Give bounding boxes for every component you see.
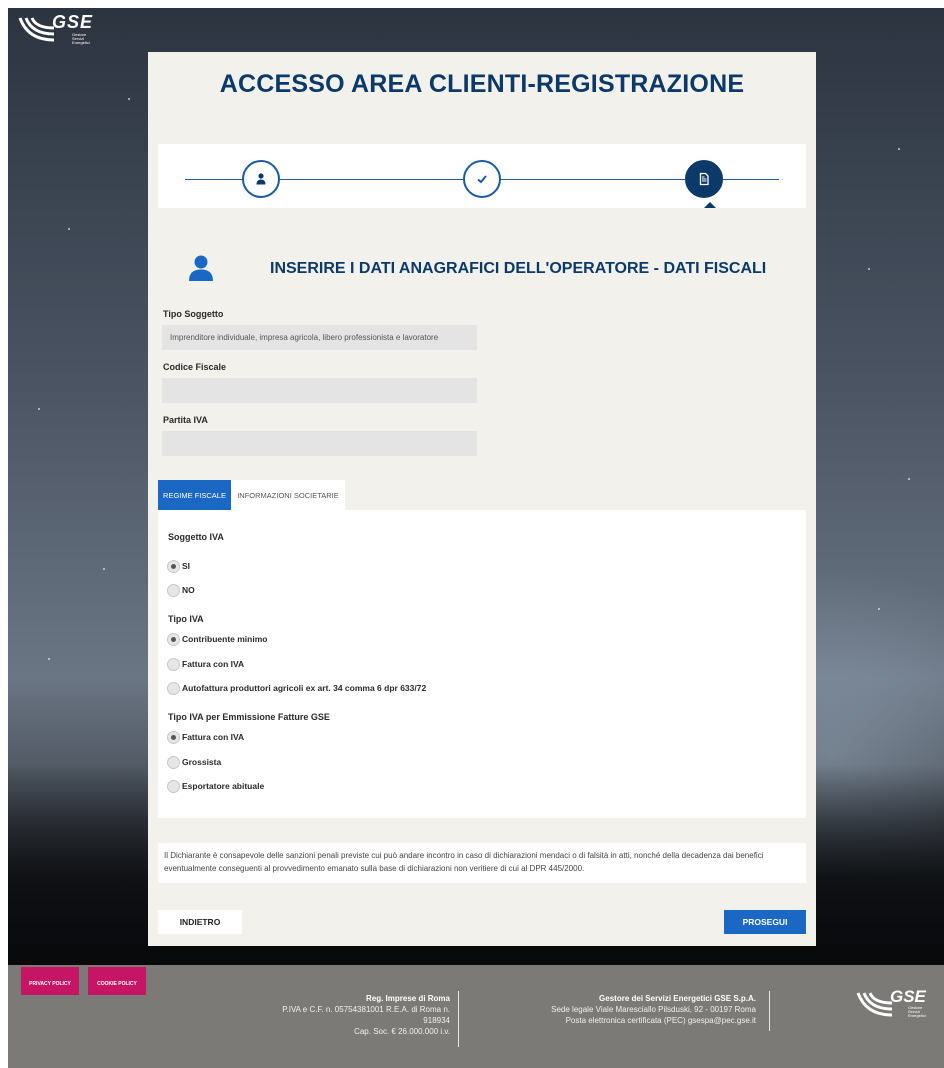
radio-tipo-iva-contribuente-minimo[interactable]: Contribuente minimo: [167, 632, 267, 646]
radio-gse-grossista[interactable]: Grossista: [167, 755, 221, 769]
footer-divider: [458, 991, 459, 1047]
footer-registry-line: P.IVA e C.F. n. 05754381001 R.E.A. di Ro…: [282, 1005, 450, 1014]
next-button[interactable]: PROSEGUI: [724, 910, 806, 934]
step-3-document[interactable]: [685, 160, 723, 198]
logo-subtext: Gestore Servizi Energetici: [72, 32, 90, 45]
user-icon: [189, 255, 213, 281]
radio-button[interactable]: [167, 681, 180, 695]
soggetto-iva-label: Soggetto IVA: [168, 532, 224, 542]
footer-divider: [769, 991, 770, 1031]
radio-tipo-iva-autofattura[interactable]: Autofattura produttori agricoli ex art. …: [167, 681, 426, 695]
footer-company-line: Sede legale Viale Maresciallo Pilsduski,…: [551, 1005, 756, 1014]
section-title: INSERIRE I DATI ANAGRAFICI DELL'OPERATOR…: [270, 260, 767, 277]
check-icon: [477, 175, 487, 184]
logo-text: GSE: [52, 12, 94, 32]
footer-registry-line: Cap. Soc. € 26.000.000 i.v.: [354, 1027, 450, 1036]
tipo-iva-label: Tipo IVA: [168, 614, 204, 624]
back-button[interactable]: INDIETRO: [158, 910, 242, 934]
radio-button[interactable]: [167, 559, 180, 573]
radio-soggetto-iva-si[interactable]: SI: [167, 559, 190, 573]
radio-button[interactable]: [167, 730, 180, 744]
footer-company-info: Gestore dei Servizi Energetici GSE S.p.A…: [506, 993, 756, 1026]
disclaimer-text: Il Dichiarante è consapevole delle sanzi…: [158, 843, 806, 883]
codice-fiscale-input[interactable]: [162, 378, 477, 403]
footer-registry-title: Reg. Imprese di Roma: [365, 994, 450, 1003]
partita-iva-label: Partita IVA: [163, 415, 208, 425]
user-icon: [256, 173, 266, 185]
page-title: ACCESSO AREA CLIENTI-REGISTRAZIONE: [219, 70, 745, 98]
footer-company-line: Posta elettronica certificata (PEC) gses…: [565, 1016, 756, 1025]
tipo-iva-gse-label: Tipo IVA per Emmissione Fatture GSE: [168, 712, 330, 722]
radio-button[interactable]: [167, 755, 180, 769]
tipo-soggetto-input[interactable]: [162, 325, 477, 350]
codice-fiscale-label: Codice Fiscale: [163, 362, 227, 372]
tab-informazioni-societarie[interactable]: INFORMAZIONI SOCIETARIE: [231, 480, 345, 510]
regime-fiscale-panel: Soggetto IVA SI NO Tipo IVA Contribuente…: [158, 510, 806, 818]
radio-button[interactable]: [167, 632, 180, 646]
registration-card: ACCESSO AREA CLIENTI-REGISTRAZIONE INSER…: [148, 52, 816, 946]
radio-gse-esportatore-abituale[interactable]: Esportatore abituale: [167, 779, 264, 793]
radio-button[interactable]: [167, 657, 180, 671]
step-2-check[interactable]: [463, 160, 501, 198]
active-step-pointer: [704, 202, 716, 208]
radio-gse-fattura-con-iva[interactable]: Fattura con IVA: [167, 730, 244, 744]
gse-logo[interactable]: GSE Gestore Servizi Energetici: [18, 12, 92, 48]
logo-text: GSE: [890, 987, 926, 1006]
tipo-soggetto-label: Tipo Soggetto: [163, 309, 224, 319]
cookie-policy-button[interactable]: COOKIE POLICY: [88, 967, 146, 995]
progress-stepper: [158, 144, 806, 208]
radio-button[interactable]: [167, 583, 180, 597]
radio-soggetto-iva-no[interactable]: NO: [167, 583, 195, 597]
radio-button[interactable]: [167, 779, 180, 793]
step-1-user[interactable]: [242, 160, 280, 198]
logo-subtext: Gestore Servizi Energetici: [908, 1005, 926, 1018]
section-header: INSERIRE I DATI ANAGRAFICI DELL'OPERATOR…: [188, 254, 808, 284]
footer-registry-line: 918934: [423, 1016, 450, 1025]
tab-regime-fiscale[interactable]: REGIME FISCALE: [158, 480, 231, 510]
gse-logo-footer[interactable]: GSE Gestore Servizi Energetici: [856, 987, 926, 1021]
footer-registry-info: Reg. Imprese di Roma P.IVA e C.F. n. 057…: [218, 993, 450, 1037]
footer-company-title: Gestore dei Servizi Energetici GSE S.p.A…: [599, 994, 756, 1003]
footer: PRIVACY POLICY COOKIE POLICY Reg. Impres…: [8, 965, 944, 1068]
privacy-policy-button[interactable]: PRIVACY POLICY: [21, 967, 79, 995]
radio-tipo-iva-fattura-con-iva[interactable]: Fattura con IVA: [167, 657, 244, 671]
document-icon: [699, 172, 709, 186]
partita-iva-input[interactable]: [162, 431, 477, 456]
